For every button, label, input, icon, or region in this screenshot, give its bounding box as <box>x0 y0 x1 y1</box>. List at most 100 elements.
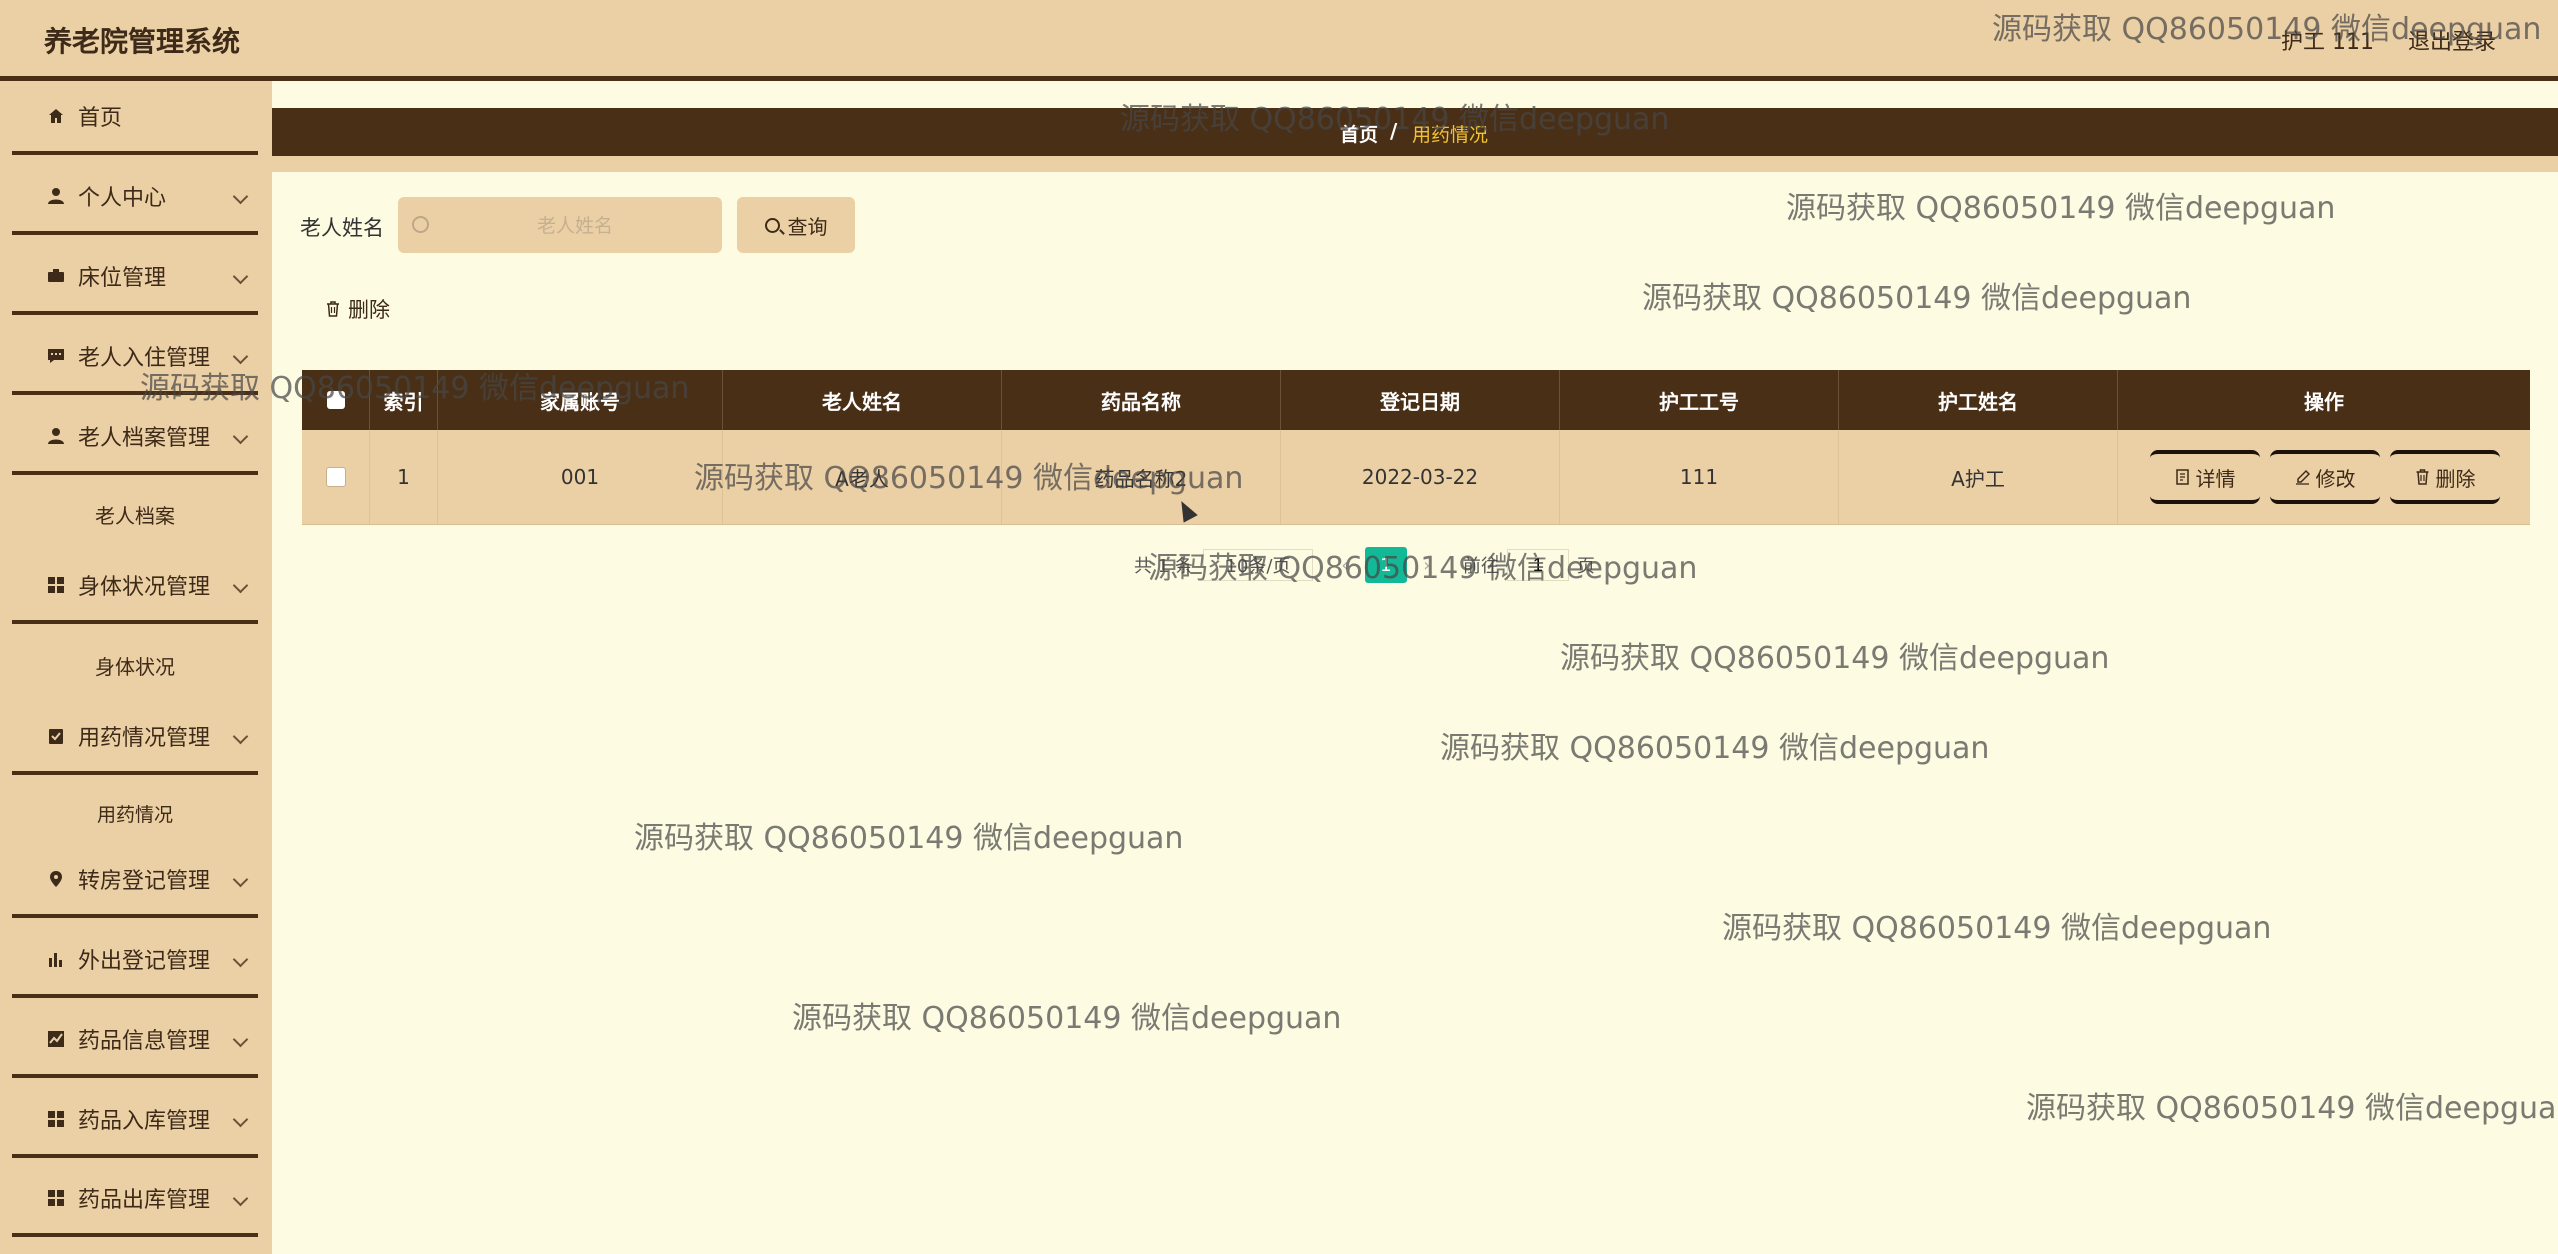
app-title: 养老院管理系统 <box>44 25 241 58</box>
chevron-down-icon <box>232 871 249 888</box>
sidebar-item-label: 身体状况管理 <box>78 575 211 600</box>
column-header: 护工工号 <box>1560 370 1839 430</box>
sidebar-item-label: 外出登记管理 <box>78 949 211 974</box>
select-all-checkbox[interactable] <box>326 391 345 409</box>
watermark: 源码获取 QQ86050149 微信deepguan <box>1560 641 2110 676</box>
sidebar-item-label: 老人档案管理 <box>78 426 211 451</box>
sidebar-subitem-medication[interactable]: 用药情况 <box>12 782 258 844</box>
sidebar-item-medication-management[interactable]: 用药情况管理 <box>12 701 258 775</box>
watermark: 源码获取 QQ86050149 微信deepguan <box>1642 281 2192 316</box>
sidebar-subitem-body-status[interactable]: 身体状况 <box>12 634 258 696</box>
edit-icon <box>2295 469 2310 485</box>
search-field <box>398 197 722 255</box>
watermark: 源码获取 QQ86050149 微信deepguan <box>1440 731 1990 766</box>
search-icon <box>412 216 429 233</box>
bed-icon <box>46 266 66 286</box>
page-unit-label: 页 <box>1576 556 1595 577</box>
sidebar-item-label: 老人入住管理 <box>78 346 211 371</box>
sidebar-item-body-status-management[interactable]: 身体状况管理 <box>12 550 258 624</box>
column-header: 护工姓名 <box>1839 370 2118 430</box>
chevron-down-icon <box>232 428 249 445</box>
current-user: 护工 111 <box>2281 30 2374 55</box>
line-chart-icon <box>46 1029 66 1049</box>
chevron-down-icon <box>232 1190 249 1207</box>
cell-nurse-name: A护工 <box>1839 430 2118 524</box>
cell-nurse-id: 111 <box>1560 430 1839 524</box>
cell-index: 1 <box>370 430 438 524</box>
chevron-down-icon <box>232 1031 249 1048</box>
watermark: 源码获取 QQ86050149 微信deepguan <box>634 821 1184 856</box>
select-all-cell <box>302 370 370 430</box>
sidebar-item-room-transfer-management[interactable]: 转房登记管理 <box>12 844 258 918</box>
breadcrumb-strip <box>272 156 2558 172</box>
query-button[interactable]: 查询 <box>737 197 855 253</box>
batch-delete-button[interactable]: 删除 <box>326 294 390 324</box>
user-icon <box>46 426 66 446</box>
cell-actions: 详情 修改 删除 <box>2118 430 2530 524</box>
detail-button[interactable]: 详情 <box>2150 450 2260 504</box>
sidebar-item-bed-management[interactable]: 床位管理 <box>12 241 258 315</box>
breadcrumb-separator: / <box>1390 119 1398 143</box>
watermark: 源码获取 QQ86050149 微信deepguan <box>1722 911 2272 946</box>
sidebar-item-drug-stock-in-management[interactable]: 药品入库管理 <box>12 1084 258 1158</box>
cell-family-account: 001 <box>438 430 723 524</box>
column-header: 药品名称 <box>1002 370 1281 430</box>
delete-button[interactable]: 删除 <box>2390 450 2500 504</box>
search-input[interactable] <box>438 197 712 255</box>
detail-button-label: 详情 <box>2195 466 2236 491</box>
breadcrumb-home[interactable]: 首页 <box>1340 120 1378 147</box>
sidebar-item-outing-management[interactable]: 外出登记管理 <box>12 924 258 998</box>
sidebar-item-drug-stock-out-management[interactable]: 药品出库管理 <box>12 1163 258 1237</box>
bar-chart-icon <box>46 949 66 969</box>
chevron-down-icon <box>232 951 249 968</box>
cell-drug-name: 药品名称2 <box>1002 430 1281 524</box>
chevron-down-icon <box>232 348 249 365</box>
cell-register-date: 2022-03-22 <box>1281 430 1560 524</box>
grid-icon <box>46 1109 66 1129</box>
sidebar-item-label: 用药情况管理 <box>78 726 211 751</box>
grid-icon <box>46 575 66 595</box>
sidebar: 首页 个人中心 床位管理 老人入住管理 老人档案管理 老人档案 身体状况管理 身… <box>0 81 272 1254</box>
sidebar-item-drug-info-management[interactable]: 药品信息管理 <box>12 1004 258 1078</box>
message-icon <box>46 346 66 366</box>
sidebar-item-elder-archive-management[interactable]: 老人档案管理 <box>12 401 258 475</box>
chevron-down-icon <box>232 188 249 205</box>
breadcrumb-current: 用药情况 <box>1412 124 1489 146</box>
search-label: 老人姓名 <box>300 216 384 240</box>
clipboard-check-icon <box>46 726 66 746</box>
sidebar-item-personal-center[interactable]: 个人中心 <box>12 161 258 235</box>
sidebar-item-label: 首页 <box>78 106 123 131</box>
edit-button[interactable]: 修改 <box>2270 450 2380 504</box>
grid-icon <box>46 1188 66 1208</box>
page-number-current[interactable]: 1 <box>1364 547 1407 583</box>
column-header: 操作 <box>2304 389 2344 414</box>
table-header: 索引 家属账号 老人姓名 药品名称 登记日期 护工工号 护工姓名 操作 <box>302 370 2530 430</box>
row-checkbox[interactable] <box>325 467 346 487</box>
sidebar-item-label: 药品信息管理 <box>78 1029 211 1054</box>
table-row: 1 001 A老人 药品名称2 2022-03-22 111 A护工 详情 修改… <box>302 430 2530 525</box>
top-header: 养老院管理系统 护工 111 退出登录 <box>0 0 2558 81</box>
trash-icon <box>2416 469 2428 485</box>
page-size-select[interactable]: 10条/页 <box>1202 549 1313 581</box>
home-icon <box>46 106 66 126</box>
sidebar-item-label: 转房登记管理 <box>78 869 211 894</box>
delete-button-label: 删除 <box>2435 466 2476 491</box>
logout-link[interactable]: 退出登录 <box>2408 24 2496 56</box>
sidebar-subitem-elder-archive[interactable]: 老人档案 <box>12 483 258 545</box>
sidebar-item-elder-checkin[interactable]: 老人入住管理 <box>12 321 258 395</box>
sidebar-item-label: 药品出库管理 <box>78 1188 211 1213</box>
sidebar-item-label: 个人中心 <box>78 186 167 211</box>
chevron-down-icon <box>232 577 249 594</box>
sidebar-item-home[interactable]: 首页 <box>12 81 258 155</box>
goto-label: 前往 <box>1462 556 1499 577</box>
chevron-down-icon <box>232 1111 249 1128</box>
document-icon <box>2175 469 2189 485</box>
goto-page-input[interactable] <box>1506 549 1569 581</box>
chevron-down-icon <box>232 268 249 285</box>
row-select-cell <box>302 430 370 524</box>
query-button-label: 查询 <box>787 214 828 239</box>
next-page-button[interactable]: › <box>1407 549 1447 581</box>
pagination-total: 共 1 条 <box>1134 556 1193 577</box>
trash-icon <box>327 301 339 317</box>
prev-page-button[interactable]: ‹ <box>1325 549 1365 581</box>
